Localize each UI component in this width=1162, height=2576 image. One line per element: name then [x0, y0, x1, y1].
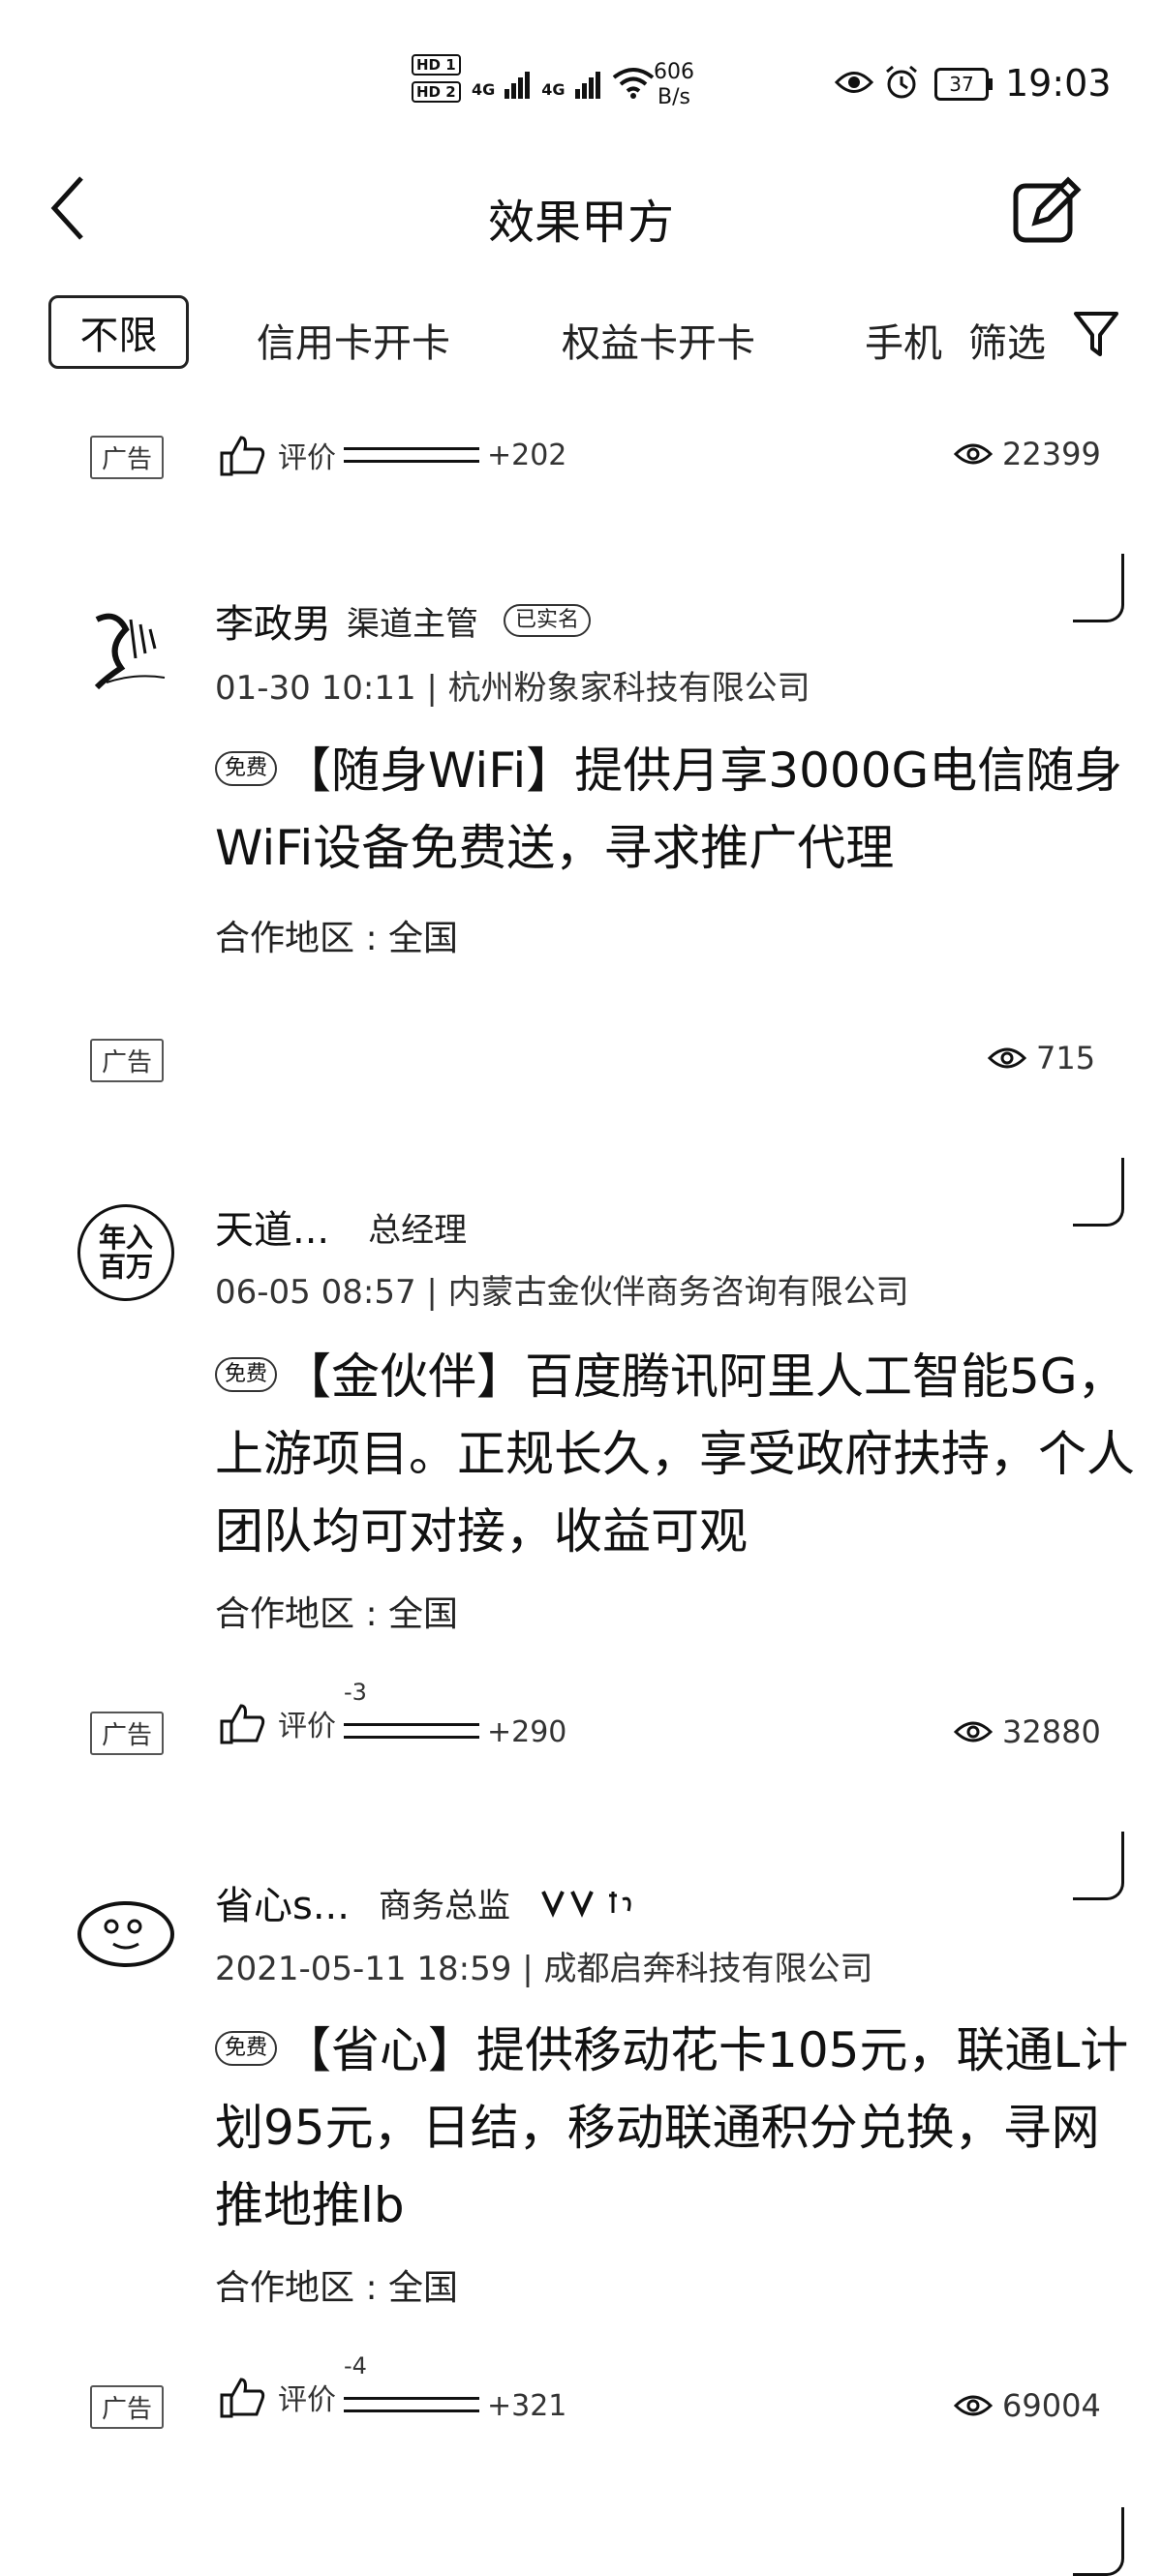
thumbs-up-icon	[220, 2377, 265, 2417]
free-badge: 免费	[215, 1356, 278, 1392]
eye-icon	[988, 1047, 1026, 1069]
ad-badge: 广告	[90, 1712, 165, 1755]
more-corner-icon[interactable]	[1073, 2507, 1124, 2576]
rating-label: 评价	[278, 441, 336, 475]
avatar[interactable]	[77, 600, 174, 697]
eye-comfort-icon	[835, 72, 873, 93]
view-count-value: 69004	[1002, 2387, 1101, 2424]
region: 合作地区 : 全国	[215, 919, 459, 958]
free-badge: 免费	[215, 750, 278, 786]
post-time: 2021-05-11 18:59	[215, 1950, 512, 1988]
signal-strength: 4G 4G	[472, 66, 655, 99]
verified-badge: 已实名	[504, 604, 592, 637]
cartoon-avatar-icon	[77, 1901, 174, 1967]
rating-bar	[344, 1722, 479, 1739]
rating-count: +202	[487, 438, 567, 472]
vip-level-icon	[541, 1891, 631, 1918]
post-title-text: 【随身WiFi】提供月享3000G电信随身WiFi设备免费送，寻求推广代理	[215, 742, 1123, 876]
tab-credit-card[interactable]: 信用卡开卡	[257, 312, 450, 368]
view-count-value: 22399	[1002, 436, 1101, 472]
post-meta: 01-30 10:11 | 杭州粉象家科技有限公司	[215, 669, 810, 708]
signal-2-icon	[574, 72, 602, 99]
page-title: 效果甲方	[487, 196, 674, 250]
ad-badge: 广告	[90, 1039, 165, 1082]
tab-unlimited[interactable]: 不限	[48, 295, 189, 369]
avatar[interactable]	[73, 1895, 179, 1977]
post-meta: 2021-05-11 18:59 | 成都启奔科技有限公司	[215, 1950, 873, 1988]
view-count: 32880	[954, 1713, 1101, 1750]
post-title[interactable]: 免费 【随身WiFi】提供月享3000G电信随身WiFi设备免费送，寻求推广代理	[215, 732, 1145, 887]
battery-icon: 37	[934, 68, 993, 101]
eye-icon	[954, 2395, 993, 2416]
ad-badge: 广告	[90, 436, 165, 479]
status-time: 19:03	[1005, 62, 1112, 105]
filter-button[interactable]: 筛选	[968, 312, 1046, 368]
ad-badge: 广告	[90, 2385, 165, 2429]
rating-count: +290	[487, 1715, 567, 1749]
hd2-icon: HD 2	[412, 81, 461, 103]
author-role: 总经理	[368, 1210, 468, 1250]
author-name[interactable]: 天道...	[215, 1198, 329, 1255]
view-count-value: 715	[1036, 1040, 1096, 1076]
thumbs-up-icon	[220, 1703, 265, 1743]
hd1-icon: HD 1	[412, 54, 461, 76]
edit-icon[interactable]	[1012, 172, 1085, 245]
rating-count: +321	[487, 2389, 567, 2423]
tab-phone[interactable]: 手机	[865, 312, 942, 368]
more-corner-icon[interactable]	[1073, 1158, 1124, 1227]
rating-negative: -4	[344, 2351, 367, 2379]
post-time: 06-05 08:57	[215, 1273, 416, 1312]
avatar-text: 年入百万	[98, 1222, 153, 1283]
region: 合作地区 : 全国	[215, 1594, 459, 1634]
wifi-icon	[612, 68, 654, 99]
eye-icon	[954, 1721, 993, 1743]
rating[interactable]: 评价 -3 +290	[218, 1679, 567, 1749]
rating-label: 评价	[278, 2382, 336, 2417]
view-count: 69004	[954, 2387, 1101, 2424]
company-name: 内蒙古金伙伴商务咨询有限公司	[447, 1273, 909, 1312]
net-speed-value: 606	[654, 60, 694, 84]
avatar[interactable]: 年入百万	[77, 1204, 174, 1301]
rating-bar	[344, 2396, 479, 2412]
view-count-value: 32880	[1002, 1713, 1101, 1750]
post-title[interactable]: 免费 【金伙伴】百度腾讯阿里人工智能5G，上游项目。正规长久，享受政府扶持，个人团…	[215, 1338, 1145, 1570]
post-title-text: 【金伙伴】百度腾讯阿里人工智能5G，上游项目。正规长久，享受政府扶持，个人团队均…	[215, 1349, 1135, 1560]
signal-1-icon	[505, 72, 532, 99]
more-corner-icon[interactable]	[1073, 1832, 1124, 1900]
net-speed: 606 B/s	[654, 60, 694, 110]
company-name: 杭州粉象家科技有限公司	[447, 669, 810, 708]
tab-rights-card[interactable]: 权益卡开卡	[562, 312, 755, 368]
view-count: 22399	[954, 436, 1101, 472]
sim2-network: 4G	[541, 80, 566, 99]
filter-icon[interactable]	[1073, 310, 1119, 360]
sim1-network: 4G	[472, 80, 496, 99]
rating-negative: -3	[344, 1678, 367, 1706]
author-role: 商务总监	[378, 1886, 510, 1925]
author-name[interactable]: 李政男	[215, 592, 331, 649]
region: 合作地区 : 全国	[215, 2268, 459, 2308]
author-name[interactable]: 省心s...	[215, 1874, 350, 1930]
alarm-icon	[886, 65, 917, 99]
rating-bar	[344, 447, 479, 463]
net-speed-unit: B/s	[657, 85, 690, 109]
calligraphy-avatar-icon	[94, 613, 166, 690]
rating-label: 评价	[278, 1709, 336, 1743]
eye-icon	[954, 443, 993, 465]
free-badge: 免费	[215, 2030, 278, 2066]
tab-unlimited-label: 不限	[79, 314, 158, 358]
author-role: 渠道主管	[347, 604, 478, 644]
status-sim-indicators: HD 1 HD 2	[412, 54, 461, 103]
post-title[interactable]: 免费 【省心】提供移动花卡105元，联通L计划95元，日结，移动联通积分兑换，寻网…	[215, 2012, 1145, 2244]
company-name: 成都启奔科技有限公司	[543, 1950, 873, 1988]
rating[interactable]: 评价 +202	[218, 434, 566, 476]
battery-level: 37	[934, 68, 989, 101]
rating[interactable]: 评价 -4 +321	[218, 2352, 567, 2423]
post-title-text: 【省心】提供移动花卡105元，联通L计划95元，日结，移动联通积分兑换，寻网推地…	[215, 2022, 1129, 2233]
post-time: 01-30 10:11	[215, 669, 416, 708]
thumbs-up-icon	[220, 436, 265, 476]
post-meta: 06-05 08:57 | 内蒙古金伙伴商务咨询有限公司	[215, 1273, 909, 1312]
view-count: 715	[988, 1040, 1095, 1076]
more-corner-icon[interactable]	[1073, 554, 1124, 622]
